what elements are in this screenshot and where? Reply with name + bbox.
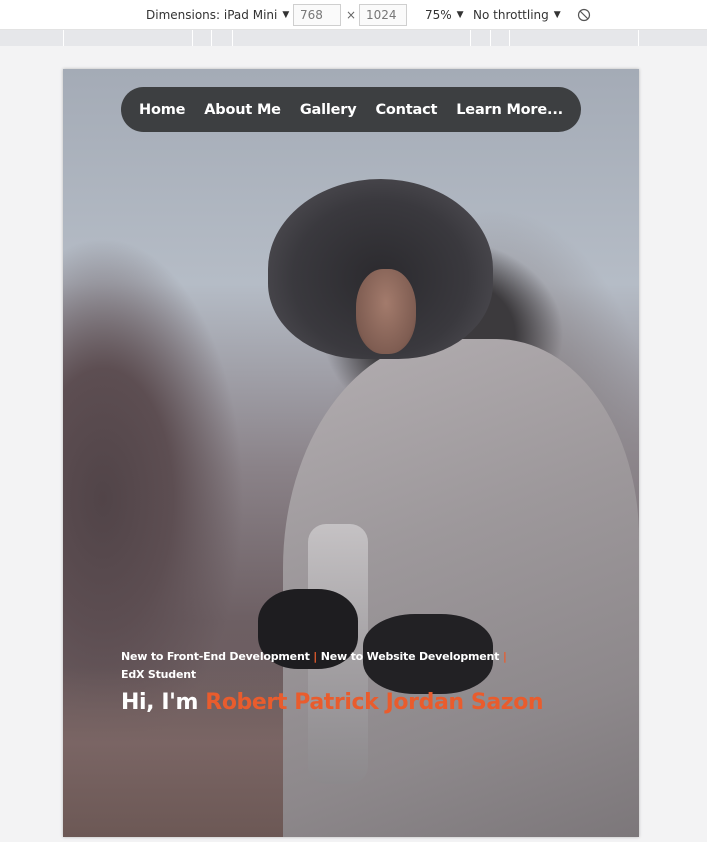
chevron-down-icon: ▼	[456, 10, 464, 20]
device-dimensions-label: Dimensions: iPad Mini	[146, 8, 278, 22]
role-edx: EdX Student	[121, 668, 196, 681]
greeting-prefix: Hi, I'm	[121, 690, 206, 715]
chevron-down-icon: ▼	[282, 10, 290, 20]
role-website: New to Website Development	[320, 650, 500, 663]
rotate-icon[interactable]	[576, 0, 592, 30]
media-query-ruler[interactable]	[0, 30, 707, 46]
device-toolbar: Dimensions: iPad Mini ▼ × 75% ▼ No throt…	[0, 0, 707, 30]
hero-name: Robert Patrick Jordan Sazon	[205, 690, 544, 715]
hero-greeting: Hi, I'm Robert Patrick Jordan Sazon	[121, 690, 591, 715]
role-separator: |	[313, 650, 318, 663]
ruler-tick	[638, 30, 639, 46]
hero-text: New to Front-End Development | New to We…	[121, 648, 591, 715]
device-dimensions-dropdown[interactable]: Dimensions: iPad Mini ▼	[146, 0, 289, 30]
ruler-tick	[509, 30, 510, 46]
ruler-tick	[192, 30, 193, 46]
zoom-label: 75%	[425, 8, 452, 22]
chevron-down-icon: ▼	[553, 10, 561, 20]
ruler-tick	[63, 30, 64, 46]
role-front-end: New to Front-End Development	[121, 650, 310, 663]
nav-link-contact[interactable]: Contact	[375, 102, 437, 118]
width-input[interactable]	[293, 4, 341, 26]
nav-link-gallery[interactable]: Gallery	[300, 102, 357, 118]
zoom-dropdown[interactable]: 75% ▼	[425, 0, 464, 30]
nav-link-home[interactable]: Home	[139, 102, 185, 118]
ruler-tick	[211, 30, 212, 46]
throttling-dropdown[interactable]: No throttling ▼	[473, 0, 561, 30]
device-viewport: Home About Me Gallery Contact Learn More…	[63, 69, 639, 837]
dimension-separator: ×	[346, 8, 357, 22]
rotate-icon-glyph	[577, 8, 591, 22]
ruler-tick	[470, 30, 471, 46]
main-nav: Home About Me Gallery Contact Learn More…	[121, 87, 581, 132]
photo-face	[356, 269, 416, 354]
throttling-label: No throttling	[473, 8, 549, 22]
nav-link-about-me[interactable]: About Me	[204, 102, 281, 118]
hero-roles: New to Front-End Development | New to We…	[121, 648, 591, 684]
ruler-tick	[490, 30, 491, 46]
height-input[interactable]	[359, 4, 407, 26]
role-separator: |	[502, 650, 507, 663]
nav-link-learn-more[interactable]: Learn More...	[456, 102, 563, 118]
ruler-tick	[232, 30, 233, 46]
